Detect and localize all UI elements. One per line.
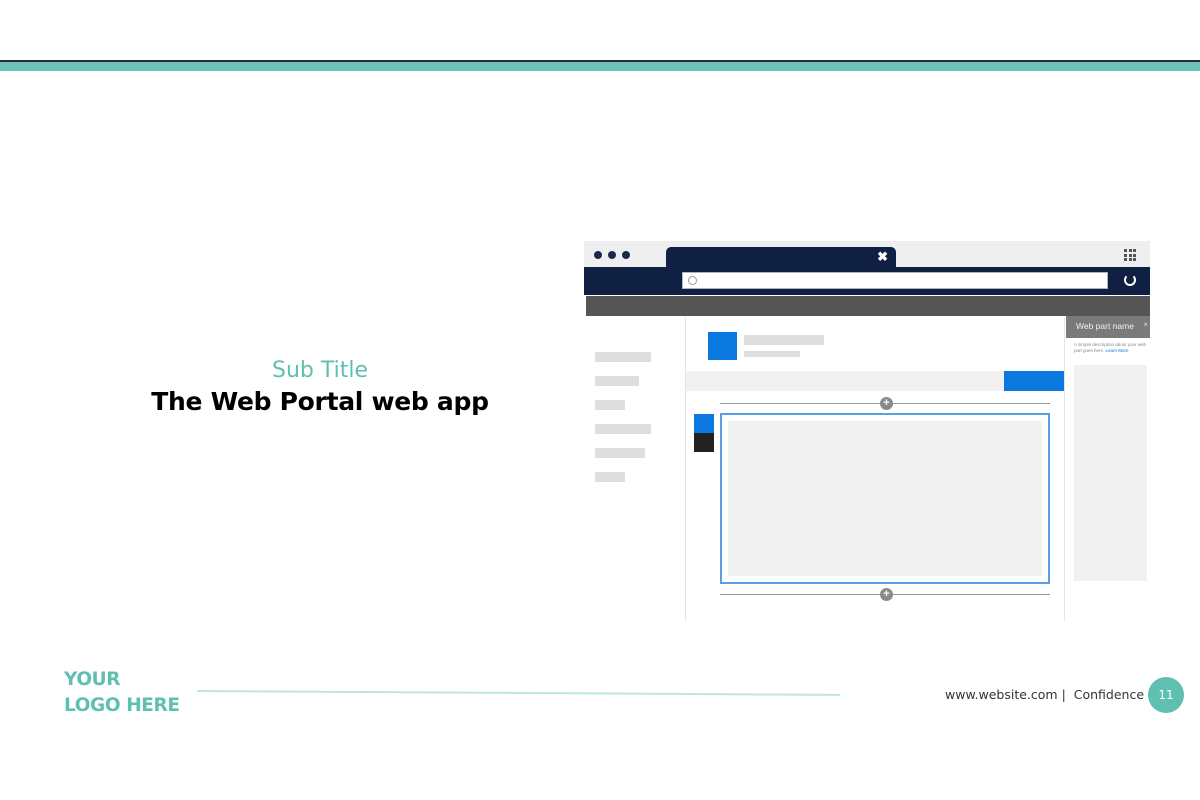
nav-placeholder[interactable] [595, 376, 639, 386]
suite-bar [586, 296, 1150, 316]
nav-placeholder[interactable] [595, 472, 625, 482]
site-info-icon [688, 276, 697, 285]
browser-navbar [584, 267, 1150, 295]
browser-mockup: ✖ + + Web part name × A simple descripti… [584, 241, 1150, 621]
command-button[interactable] [1004, 371, 1064, 391]
window-dot-icon [622, 251, 630, 259]
footer-divider [196, 690, 840, 696]
property-pane-description: A simple description about your web part… [1074, 342, 1150, 354]
sub-title: Sub Title [271, 358, 368, 383]
web-part-content [728, 421, 1042, 576]
close-icon[interactable]: ✖ [877, 249, 888, 265]
add-section-icon[interactable]: + [880, 397, 893, 410]
move-tool-icon[interactable] [694, 433, 714, 452]
confidence-label: Confidence [1073, 687, 1145, 702]
close-icon[interactable]: × [1143, 320, 1148, 329]
property-pane-body [1074, 365, 1147, 581]
site-logo-placeholder [708, 332, 737, 360]
property-pane-title: Web part name [1076, 321, 1134, 331]
browser-tabstrip: ✖ [584, 241, 1150, 269]
page-title: The Web Portal web app [151, 387, 489, 416]
edit-tool-icon[interactable] [694, 414, 714, 433]
site-title-placeholder [744, 335, 824, 345]
website-link[interactable]: www.website.com [945, 687, 1058, 702]
window-dot-icon [594, 251, 602, 259]
top-divider-accent [0, 62, 1200, 71]
add-section-icon[interactable]: + [880, 588, 893, 601]
footer-separator: | [1061, 687, 1066, 702]
refresh-icon[interactable] [1124, 274, 1136, 286]
footer-text: www.website.com | Confidence [945, 687, 1144, 702]
app-launcher-icon[interactable] [1124, 249, 1136, 261]
site-subtitle-placeholder [744, 351, 800, 357]
window-dot-icon [608, 251, 616, 259]
browser-tab[interactable]: ✖ [666, 247, 896, 269]
nav-placeholder[interactable] [595, 352, 651, 362]
learn-more-link[interactable]: Learn More [1106, 348, 1129, 353]
address-bar[interactable] [682, 272, 1108, 289]
content-divider [685, 317, 686, 621]
logo: YOUR LOGO HERE [64, 667, 180, 719]
web-part-frame[interactable] [720, 413, 1050, 584]
page-number-badge: 11 [1148, 677, 1184, 713]
logo-line: YOUR [64, 669, 121, 690]
property-pane-header: Web part name × [1066, 316, 1150, 338]
panel-divider [1064, 317, 1065, 621]
nav-placeholder[interactable] [595, 424, 651, 434]
nav-placeholder[interactable] [595, 400, 625, 410]
nav-placeholder[interactable] [595, 448, 645, 458]
logo-line: LOGO HERE [64, 695, 180, 716]
